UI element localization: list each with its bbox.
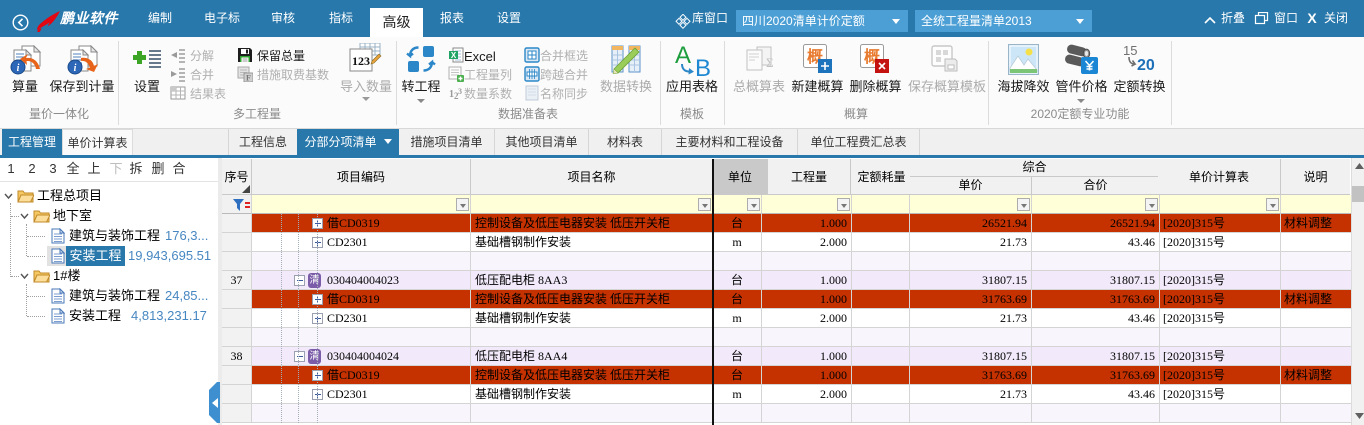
svg-text:B: B <box>695 55 711 77</box>
svg-text:20: 20 <box>1137 57 1155 74</box>
svg-text:F: F <box>246 74 251 83</box>
svg-text:3: 3 <box>458 87 462 96</box>
svg-text:15: 15 <box>1123 43 1137 58</box>
svg-text:Σ: Σ <box>766 55 774 70</box>
svg-text:i: i <box>17 63 20 74</box>
svg-text:i: i <box>74 63 77 74</box>
svg-text:123: 123 <box>352 54 370 68</box>
svg-text:X: X <box>451 51 457 60</box>
